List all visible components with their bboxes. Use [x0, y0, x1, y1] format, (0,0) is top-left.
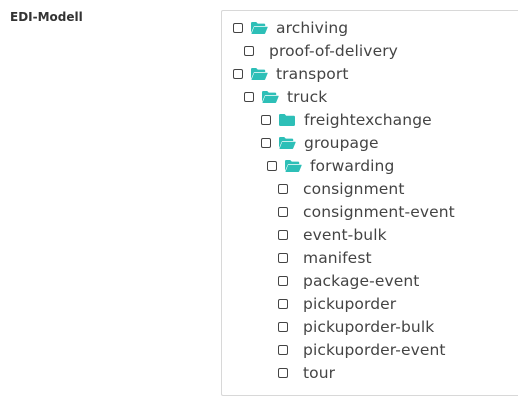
tree-node-freightexchange[interactable]: freightexchange: [222, 108, 432, 131]
node-label: pickuporder-bulk: [303, 317, 435, 336]
checkbox[interactable]: [261, 137, 271, 148]
node-label: consignment-event: [303, 202, 455, 221]
checkbox[interactable]: [261, 114, 271, 125]
folder-open-icon[interactable]: [250, 67, 268, 81]
tree-node-event-bulk[interactable]: event-bulk: [222, 223, 387, 246]
node-label: manifest: [303, 248, 372, 267]
tree-node-consignment-event[interactable]: consignment-event: [222, 200, 455, 223]
tree-node-archiving[interactable]: archiving: [222, 16, 348, 39]
node-label: pickuporder: [303, 294, 397, 313]
edi-model-tree[interactable]: archiving proof-of-delivery transport truck…: [221, 10, 518, 396]
tree-node-pickuporder-bulk[interactable]: pickuporder-bulk: [222, 315, 434, 338]
folder-open-icon[interactable]: [278, 136, 296, 150]
tree-node-consignment[interactable]: consignment: [222, 177, 405, 200]
checkbox[interactable]: [278, 252, 288, 263]
node-label: freightexchange: [304, 110, 432, 129]
field-label: EDI-Modell: [10, 10, 83, 24]
tree-node-truck[interactable]: truck: [222, 85, 327, 108]
checkbox[interactable]: [278, 321, 288, 332]
folder-open-icon[interactable]: [261, 90, 279, 104]
checkbox[interactable]: [278, 229, 288, 240]
tree-node-proof-of-delivery[interactable]: proof-of-delivery: [222, 39, 398, 62]
tree-node-forwarding[interactable]: forwarding: [222, 154, 394, 177]
checkbox[interactable]: [267, 160, 277, 171]
folder-open-icon[interactable]: [250, 21, 268, 35]
tree-node-groupage[interactable]: groupage: [222, 131, 379, 154]
checkbox[interactable]: [278, 344, 288, 355]
edi-model-field: EDI-Modell archiving proof-of-delivery tra…: [0, 0, 518, 404]
tree-node-manifest[interactable]: manifest: [222, 246, 372, 269]
node-label: package-event: [303, 271, 420, 290]
node-label: pickuporder-event: [303, 340, 446, 359]
tree-node-transport[interactable]: transport: [222, 62, 349, 85]
checkbox[interactable]: [244, 45, 254, 56]
folder-open-icon[interactable]: [284, 159, 302, 173]
checkbox[interactable]: [278, 298, 288, 309]
node-label: event-bulk: [303, 225, 387, 244]
node-label: tour: [303, 363, 336, 382]
node-label: proof-of-delivery: [269, 41, 398, 60]
folder-closed-icon[interactable]: [278, 113, 296, 127]
node-label: groupage: [304, 133, 379, 152]
checkbox[interactable]: [278, 206, 288, 217]
tree-node-tour[interactable]: tour: [222, 361, 335, 384]
checkbox[interactable]: [233, 68, 243, 79]
checkbox[interactable]: [278, 367, 288, 378]
node-label: consignment: [303, 179, 405, 198]
node-label: transport: [276, 64, 349, 83]
tree-node-pickuporder[interactable]: pickuporder: [222, 292, 396, 315]
checkbox[interactable]: [278, 183, 288, 194]
checkbox[interactable]: [278, 275, 288, 286]
node-label: forwarding: [310, 156, 395, 175]
checkbox[interactable]: [244, 91, 254, 102]
checkbox[interactable]: [233, 22, 243, 33]
node-label: truck: [287, 87, 328, 106]
node-label: archiving: [276, 18, 349, 37]
tree-node-package-event[interactable]: package-event: [222, 269, 419, 292]
tree-node-pickuporder-event[interactable]: pickuporder-event: [222, 338, 446, 361]
